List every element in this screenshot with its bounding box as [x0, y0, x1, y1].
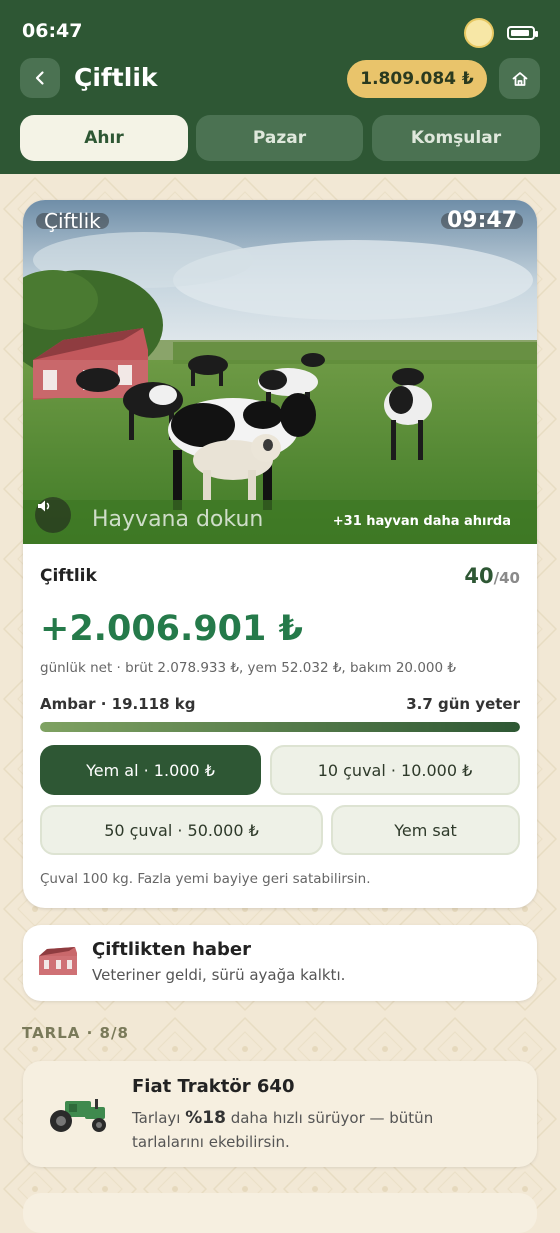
daily-net-detail: günlük net · brüt 2.078.933 ₺, yem 52.03…: [40, 660, 456, 676]
battery-icon: [507, 26, 538, 40]
photo-time-label: 09:47: [440, 210, 523, 232]
photo-location-label: Çiftlik: [36, 211, 109, 231]
back-icon: [35, 71, 44, 85]
capacity-counter: 40/40: [464, 564, 520, 588]
storage-progress-bar: [40, 722, 520, 732]
farm-name: Çiftlik: [40, 566, 97, 586]
home-button[interactable]: [499, 58, 540, 99]
touch-hint: Hayvana dokun: [92, 507, 264, 532]
app-header: 06:47 Çiftlik 1.809.084 ₺ Ahır Pazar Kom…: [0, 0, 560, 174]
status-time: 06:47: [22, 20, 83, 42]
home-icon: [512, 71, 527, 86]
capacity-max: /40: [493, 569, 520, 587]
sound-icon: [38, 500, 50, 512]
tractor-description: Tarlayı %18 daha hızlı sürüyor — bütün t…: [132, 1106, 472, 1154]
tractor-card[interactable]: Fiat Traktör 640 Tarlayı %18 daha hızlı …: [23, 1061, 537, 1167]
tab-komsular[interactable]: Komşular: [372, 115, 540, 161]
more-animals-label: +31 hayvan daha ahırda: [332, 514, 511, 529]
tractor-icon: [50, 1099, 106, 1132]
back-button[interactable]: [20, 58, 60, 98]
storage-label: Ambar · 19.118 kg: [40, 695, 196, 713]
farm-photo[interactable]: Çiftlik 09:47 Hayvana dokun +31 hayvan d…: [23, 200, 537, 544]
page-title: Çiftlik: [74, 63, 158, 92]
tab-pazar[interactable]: Pazar: [196, 115, 363, 161]
tractor-title: Fiat Traktör 640: [132, 1076, 295, 1097]
balance-badge: 1.809.084 ₺: [347, 60, 487, 98]
capacity-current: 40: [464, 564, 494, 588]
sun-icon: [464, 18, 494, 48]
news-card[interactable]: Çiftlikten haber Veteriner geldi, sürü a…: [23, 925, 537, 1001]
next-card[interactable]: [23, 1193, 537, 1233]
news-title: Çiftlikten haber: [92, 939, 251, 960]
storage-days: 3.7 gün yeter: [406, 695, 520, 713]
feed-note: Çuval 100 kg. Fazla yemi bayiye geri sat…: [40, 871, 371, 887]
buy-50-sacks-button[interactable]: 50 çuval · 50.000 ₺: [40, 805, 323, 855]
sound-button[interactable]: [35, 497, 71, 533]
field-section-label: TARLA · 8/8: [22, 1024, 129, 1042]
buy-10-sacks-button[interactable]: 10 çuval · 10.000 ₺: [270, 745, 520, 795]
storage-progress-fill: [40, 722, 520, 732]
farm-card: Çiftlik 09:47 Hayvana dokun +31 hayvan d…: [23, 200, 537, 908]
news-body: Veteriner geldi, sürü ayağa kalktı.: [92, 966, 346, 984]
barn-icon: [39, 947, 77, 975]
buy-feed-button[interactable]: Yem al · 1.000 ₺: [40, 745, 261, 795]
daily-net-value: +2.006.901 ₺: [40, 609, 303, 649]
sell-feed-button[interactable]: Yem sat: [331, 805, 520, 855]
tab-ahir[interactable]: Ahır: [20, 115, 188, 161]
tractor-desc-percent: %18: [185, 1108, 226, 1128]
tractor-desc-prefix: Tarlayı: [132, 1109, 186, 1127]
